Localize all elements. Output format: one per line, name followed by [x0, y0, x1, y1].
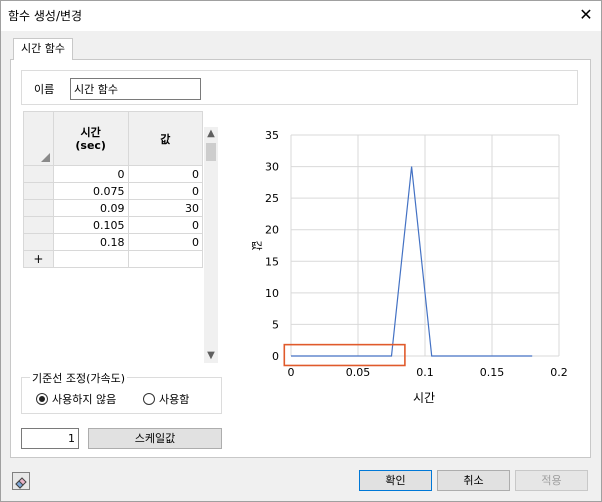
header-time-line1: 시간 [80, 125, 101, 139]
y-tick-label: 15 [265, 255, 279, 268]
name-input[interactable] [70, 78, 201, 100]
table-corner[interactable] [23, 111, 54, 166]
dialog-window: 함수 생성/변경 ✕ 시간 함수 이름 시간 (sec) 값 0 0 0.075… [0, 0, 602, 502]
x-axis-label: 시간 [413, 391, 435, 405]
table-scrollbar[interactable]: ▲ ▼ [204, 127, 218, 363]
close-button[interactable]: ✕ [571, 1, 601, 29]
scale-input[interactable] [21, 428, 79, 449]
cell-time[interactable]: 0.09 [52, 199, 129, 217]
cell-value[interactable]: 30 [127, 199, 203, 217]
title-bar: 함수 생성/변경 ✕ [1, 1, 601, 31]
x-tick-label: 0.05 [346, 366, 371, 379]
new-cell-value[interactable] [127, 250, 203, 268]
y-tick-label: 20 [265, 224, 279, 237]
y-tick-label: 0 [272, 350, 279, 363]
function-table[interactable]: 시간 (sec) 값 0 0 0.075 0 0.09 30 0.105 0 0 [23, 111, 203, 268]
tab-time-function[interactable]: 시간 함수 [13, 38, 73, 60]
y-tick-label: 10 [265, 287, 279, 300]
y-tick-label: 30 [265, 161, 279, 174]
cell-time[interactable]: 0.075 [52, 182, 129, 200]
cell-value[interactable]: 0 [127, 233, 203, 251]
header-time-line2: (sec) [75, 138, 106, 152]
function-chart: 0 5 10 15 20 25 30 35 0 0.05 0.1 0.15 0.2 시간 값 [250, 129, 568, 405]
cell-value[interactable]: 0 [127, 165, 203, 183]
row-header[interactable] [23, 199, 54, 217]
y-tick-label: 35 [265, 129, 279, 142]
window-title: 함수 생성/변경 [8, 9, 83, 23]
table-row: 0.18 0 [23, 233, 203, 251]
select-all-icon [40, 153, 50, 162]
radio-not-use-dot [36, 393, 48, 405]
cancel-button[interactable]: 취소 [437, 470, 510, 491]
baseline-legend: 기준선 조정(가속도) [30, 370, 128, 386]
highlight-box [283, 343, 406, 367]
y-tick-label: 25 [265, 192, 279, 205]
ok-button[interactable]: 확인 [359, 470, 432, 491]
apply-button[interactable]: 적용 [515, 470, 588, 491]
radio-use[interactable]: 사용함 [143, 391, 189, 407]
eraser-icon[interactable] [12, 472, 30, 490]
table-row: 0.075 0 [23, 182, 203, 200]
new-cell-time[interactable] [52, 250, 129, 268]
row-header[interactable] [23, 216, 54, 234]
eraser-icon-glyph [15, 477, 27, 489]
x-tick-label: 0.15 [480, 366, 505, 379]
baseline-group: 기준선 조정(가속도) 사용하지 않음 사용함 [21, 370, 222, 414]
add-row-icon[interactable]: + [23, 250, 54, 268]
radio-not-use-label: 사용하지 않음 [52, 393, 117, 406]
radio-not-use[interactable]: 사용하지 않음 [36, 391, 116, 407]
cell-value[interactable]: 0 [127, 182, 203, 200]
table-row: 0 0 [23, 165, 203, 183]
scroll-thumb[interactable] [206, 143, 216, 161]
table-new-row: + [23, 250, 203, 268]
cell-time[interactable]: 0.18 [52, 233, 129, 251]
cell-value[interactable]: 0 [127, 216, 203, 234]
x-tick-label: 0.2 [550, 366, 568, 379]
y-axis-label: 값 [250, 240, 263, 250]
row-header[interactable] [23, 165, 54, 183]
name-group: 이름 [21, 70, 578, 105]
scroll-up-icon[interactable]: ▲ [204, 127, 218, 141]
cell-time[interactable]: 0.105 [52, 216, 129, 234]
scale-button[interactable]: 스케일값 [88, 428, 222, 449]
scroll-down-icon[interactable]: ▼ [204, 349, 218, 363]
x-tick-label: 0.1 [416, 366, 434, 379]
table-row: 0.105 0 [23, 216, 203, 234]
row-header[interactable] [23, 182, 54, 200]
row-header[interactable] [23, 233, 54, 251]
x-tick-label: 0 [288, 366, 295, 379]
column-header-time[interactable]: 시간 (sec) [52, 111, 129, 166]
radio-use-dot [143, 393, 155, 405]
y-tick-label: 5 [272, 318, 279, 331]
radio-use-label: 사용함 [159, 393, 190, 406]
cell-time[interactable]: 0 [52, 165, 129, 183]
name-label: 이름 [34, 83, 55, 96]
column-header-value[interactable]: 값 [127, 111, 203, 166]
table-row: 0.09 30 [23, 199, 203, 217]
